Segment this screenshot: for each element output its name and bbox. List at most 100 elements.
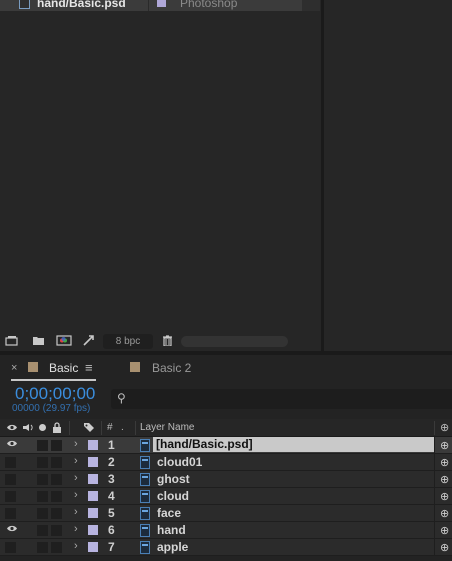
thumbnail-slider[interactable] [181,336,288,347]
layer-label-swatch[interactable] [88,525,98,535]
column-divider [434,505,435,522]
tab-basic-2[interactable]: Basic 2 [152,361,191,375]
expand-chevron-icon[interactable]: › [74,472,78,484]
solo-box[interactable] [37,508,48,519]
layer-name[interactable]: face [157,506,181,520]
eye-icon[interactable] [6,524,18,536]
column-divider [148,0,149,11]
layer-row[interactable]: › 1 [hand/Basic.psd] ⊕ [0,437,452,454]
layer-label-swatch[interactable] [88,542,98,552]
trash-icon[interactable] [161,335,174,346]
layer-row[interactable]: › 7 apple ⊕ [0,539,452,556]
close-icon[interactable]: × [11,362,17,374]
layer-label-swatch[interactable] [88,440,98,450]
eye-icon[interactable] [6,423,18,432]
expand-chevron-icon[interactable]: › [74,438,78,450]
expand-chevron-icon[interactable]: › [74,540,78,552]
comp-color-swatch [28,362,38,372]
layer-label-swatch[interactable] [88,508,98,518]
parent-pickwhip-icon[interactable]: ⊕ [440,456,449,469]
audio-icon[interactable] [22,423,34,432]
current-time-display[interactable]: 0;00;00;00 [15,384,95,404]
scrollbar[interactable] [302,0,320,11]
video-toggle-box[interactable] [5,542,16,553]
layer-row[interactable]: › 4 cloud ⊕ [0,488,452,505]
column-divider [434,437,435,454]
expand-chevron-icon[interactable]: › [74,489,78,501]
layer-name[interactable]: ghost [157,472,190,486]
photoshop-layer-icon [140,524,150,537]
solo-box[interactable] [37,491,48,502]
parent-pickwhip-icon[interactable]: ⊕ [440,507,449,520]
layer-label-swatch[interactable] [88,474,98,484]
panel-menu-icon[interactable]: ≡ [85,360,93,375]
expand-chevron-icon[interactable]: › [74,455,78,467]
bit-depth-button[interactable]: 8 bpc [103,334,153,349]
project-toolbar: 8 bpc [0,331,320,351]
lock-box[interactable] [51,542,62,553]
layer-number: 7 [108,540,115,554]
new-folder-icon[interactable] [32,335,45,346]
layer-number: 4 [108,489,115,503]
timeline-tabs: × Basic ≡ Basic 2 [0,355,452,382]
layer-name[interactable]: hand [157,523,186,537]
label-tag-icon[interactable] [83,422,95,433]
layer-number-column: # [107,422,113,433]
project-item-row[interactable]: hand/Basic.psd Photoshop [0,0,302,11]
column-divider [135,421,136,435]
video-toggle-box[interactable] [5,508,16,519]
lock-box[interactable] [51,474,62,485]
solo-box[interactable] [37,457,48,468]
video-toggle-box[interactable] [5,491,16,502]
lock-box[interactable] [51,491,62,502]
project-panel: hand/Basic.psd Photoshop 8 bpc [0,0,322,351]
layer-row[interactable]: › 3 ghost ⊕ [0,471,452,488]
layer-column-header: # . Layer Name ⊕ [0,419,452,437]
layer-name[interactable]: apple [157,540,188,554]
comp-color-swatch [130,362,140,372]
eye-icon[interactable] [6,439,18,451]
parent-pickwhip-icon[interactable]: ⊕ [440,439,449,452]
layer-row[interactable]: › 2 cloud01 ⊕ [0,454,452,471]
interpret-footage-icon[interactable] [5,335,18,346]
label-color-swatch[interactable] [157,0,166,7]
solo-box[interactable] [37,474,48,485]
flowchart-icon[interactable] [82,335,95,346]
video-toggle-box[interactable] [5,457,16,468]
layer-row[interactable]: › 6 hand ⊕ [0,522,452,539]
solo-box[interactable] [37,525,48,536]
lock-box[interactable] [51,440,62,451]
lock-box[interactable] [51,525,62,536]
lock-box[interactable] [51,457,62,468]
column-divider [434,421,435,435]
parent-pickwhip-icon[interactable]: ⊕ [440,524,449,537]
layer-label-swatch[interactable] [88,491,98,501]
photoshop-layer-icon [140,507,150,520]
expand-chevron-icon[interactable]: › [74,506,78,518]
lock-box[interactable] [51,508,62,519]
solo-box[interactable] [37,542,48,553]
parent-pickwhip-icon[interactable]: ⊕ [440,421,449,434]
search-icon: ⚲ [117,391,126,405]
tab-basic[interactable]: Basic [49,361,78,375]
layer-name-column[interactable]: Layer Name [140,422,194,433]
video-toggle-box[interactable] [5,474,16,485]
file-icon [19,0,30,9]
layer-name[interactable]: [hand/Basic.psd] [153,437,434,452]
parent-pickwhip-icon[interactable]: ⊕ [440,541,449,554]
column-divider [434,539,435,556]
expand-chevron-icon[interactable]: › [74,523,78,535]
solo-icon[interactable] [39,424,46,431]
layer-search-input[interactable]: ⚲ [111,389,452,409]
photoshop-layer-icon [140,473,150,486]
layer-label-swatch[interactable] [88,457,98,467]
lock-icon[interactable] [52,422,62,433]
new-composition-icon[interactable] [56,335,72,346]
layer-name[interactable]: cloud01 [157,455,202,469]
layer-row[interactable]: › 5 face ⊕ [0,505,452,522]
layer-name[interactable]: cloud [157,489,189,503]
solo-box[interactable] [37,440,48,451]
parent-pickwhip-icon[interactable]: ⊕ [440,490,449,503]
parent-pickwhip-icon[interactable]: ⊕ [440,473,449,486]
column-sort-indicator: . [121,422,124,433]
